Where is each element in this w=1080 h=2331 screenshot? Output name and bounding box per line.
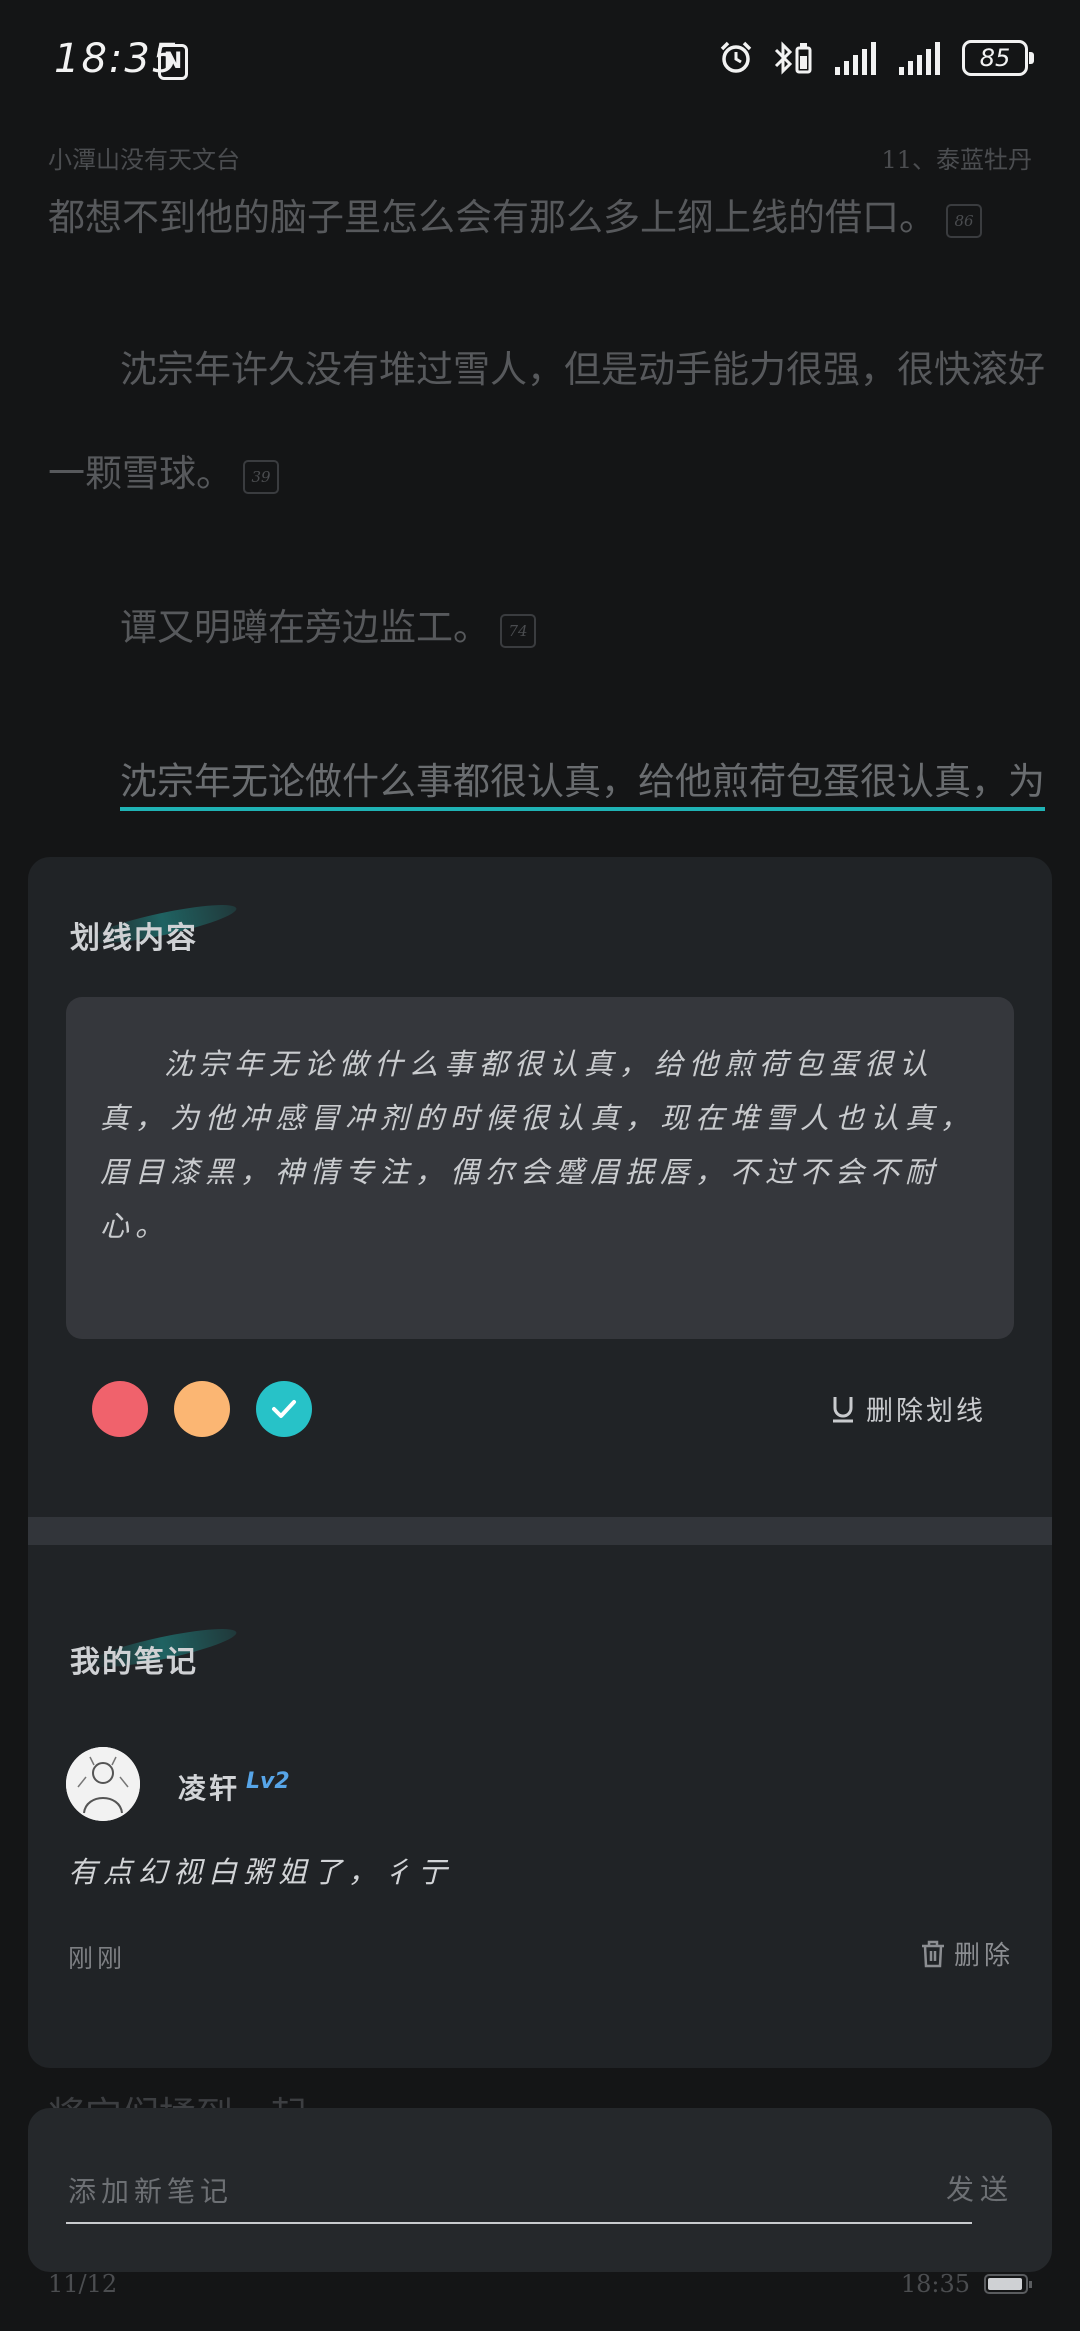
signal-icon-2 <box>899 42 940 75</box>
underline-icon <box>833 1396 853 1422</box>
note-user-name[interactable]: 凌轩 <box>178 1767 240 1807</box>
compose-bar: 发送 <box>28 2108 1052 2272</box>
highlight-section-title: 划线内容 <box>70 921 198 956</box>
delete-highlight-button[interactable]: 删除划线 <box>830 1389 986 1428</box>
color-teal-button[interactable] <box>256 1381 312 1437</box>
avatar-image <box>66 1747 140 1821</box>
trash-icon <box>921 1940 944 1967</box>
footer-time: 18:35 <box>900 2270 970 2298</box>
comment-count-badge[interactable]: 86 <box>946 203 982 238</box>
paragraph-line: 沈宗年许久没有堆过雪人，但是动手能力很强，很快滚好 <box>120 348 1045 391</box>
input-underline <box>66 2222 972 2224</box>
section-divider <box>28 1517 1052 1545</box>
notes-section-title: 我的笔记 <box>70 1645 198 1680</box>
reader-screen: 18:35 N 85 小潭山没有天文台 11、泰蓝牡丹 都想不到他的脑子里怎么会… <box>0 0 1080 2331</box>
page-indicator: 11/12 <box>48 2270 118 2298</box>
battery-icon: 85 <box>962 40 1034 76</box>
reader-paragraph-3[interactable]: 谭又明蹲在旁边监工。 74 <box>48 576 1032 680</box>
delete-note-button[interactable]: 删除 <box>920 1935 1014 1972</box>
note-timestamp: 刚刚 <box>68 1944 127 1973</box>
highlight-sheet: 划线内容 沈宗年无论做什么事都很认真，给他煎荷包蛋很认真，为他冲感冒冲剂的时候很… <box>28 857 1052 2068</box>
color-orange-button[interactable] <box>174 1381 230 1437</box>
status-icons: 85 <box>718 40 1034 76</box>
reader-paragraph-2[interactable]: 沈宗年许久没有堆过雪人，但是动手能力很强，很快滚好 一颗雪球。 39 <box>48 318 1045 526</box>
paragraph-text: 谭又明蹲在旁边监工。 <box>120 606 490 649</box>
comment-count-badge[interactable]: 39 <box>243 459 279 494</box>
highlight-quote-box: 沈宗年无论做什么事都很认真，给他煎荷包蛋很认真，为他冲感冒冲剂的时候很认真，现在… <box>66 997 1014 1339</box>
reader-paragraph-1[interactable]: 都想不到他的脑子里怎么会有那么多上纲上线的借口。 86 <box>48 166 1032 270</box>
new-note-input[interactable] <box>66 2166 650 2216</box>
comment-count-badge[interactable]: 74 <box>500 613 536 648</box>
nfc-icon: N <box>158 44 188 80</box>
user-level-badge: Lv2 <box>246 1769 290 1794</box>
paragraph-line: 一颗雪球。 39 <box>48 422 1032 526</box>
send-button[interactable]: 发送 <box>946 2168 1014 2208</box>
color-red-button[interactable] <box>92 1381 148 1437</box>
highlighted-text[interactable]: 沈宗年无论做什么事都很认真，给他煎荷包蛋很认真，为 <box>120 760 1045 811</box>
bluetooth-battery-icon <box>774 41 812 75</box>
paragraph-text: 一颗雪球。 <box>48 452 233 495</box>
delete-note-label: 删除 <box>953 1941 1014 1971</box>
reader-paragraph-4[interactable]: 沈宗年无论做什么事都很认真，给他煎荷包蛋很认真，为 <box>48 730 1045 834</box>
signal-icon-1 <box>835 42 876 75</box>
note-text: 有点幻视白粥姐了，彳亍 <box>68 1855 454 1889</box>
footer-battery-icon <box>984 2274 1032 2294</box>
delete-highlight-label: 删除划线 <box>866 1396 986 1427</box>
status-bar: 18:35 N 85 <box>0 0 1080 120</box>
check-icon <box>272 1400 296 1418</box>
highlight-quote-text: 沈宗年无论做什么事都很认真，给他煎荷包蛋很认真，为他冲感冒冲剂的时候很认真，现在… <box>100 1047 976 1243</box>
avatar[interactable] <box>66 1747 140 1821</box>
alarm-icon <box>720 41 752 73</box>
paragraph-text: 都想不到他的脑子里怎么会有那么多上纲上线的借口。 <box>48 196 936 239</box>
